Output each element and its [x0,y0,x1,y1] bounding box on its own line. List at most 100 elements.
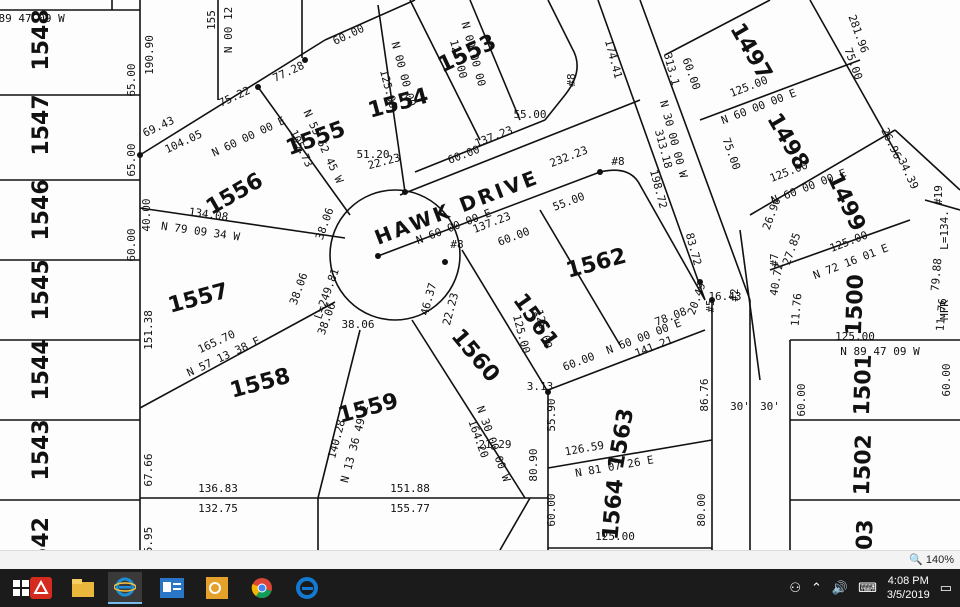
lot-number-1503: 03 [852,519,878,550]
dimension-label: 75.22 [217,84,253,110]
lot-number-1562: 1562 [564,244,630,284]
dimension-label: 67.66 [142,453,155,486]
image-viewer[interactable]: 1548 1547 1546 1545 1544 1543 542 1557 1558 1559 1… [0,0,960,550]
dimension-label: 132.75 [198,502,238,515]
dimension-label: 125.00 [595,530,635,543]
lot-number-1543: 1543 [29,419,54,480]
dimension-label: 30' [760,400,780,413]
dimension-label: MFR [938,300,951,320]
acrobat-icon [30,577,52,599]
notifications-icon[interactable]: ▭ [940,580,952,596]
dimension-label: #8 [611,155,624,168]
dimension-label: N 89 47 09 W [840,345,920,358]
lot-number-1497: 1497 [724,19,776,85]
dimension-label: #2 [728,288,741,301]
dimension-label: #8 [565,73,578,86]
zoom-icon: 🔍 [909,554,923,566]
clock-date: 3/5/2019 [886,589,930,601]
dimension-label: 313.1 [661,51,682,86]
dimension-label: 174.41 [602,38,625,80]
dimension-label: 55.00 [513,108,546,121]
chevron-up-icon[interactable]: ⌃ [811,580,822,596]
dimension-label: 126.59 [564,439,605,459]
dimension-label: 104.05 [163,128,205,157]
zoom-control[interactable]: 🔍 140% [909,553,954,567]
file-explorer-taskbar-button[interactable] [66,572,100,604]
dimension-label: 80.00 [695,493,708,526]
taskbar-clock[interactable]: 4:08 PM 3/5/2019 [887,574,930,602]
dimension-label: 22.23 [440,291,461,326]
dimension-label: 75.00 [720,136,744,172]
contacts-taskbar-button[interactable] [155,572,189,604]
dimension-label: 79.88 [929,258,945,292]
dimension-label: N 79 09 34 W [160,220,241,244]
dimension-label: L=134. [938,210,951,250]
dimension-label: N 60 00 00 E [210,114,288,159]
dimension-label: 190.90 [143,35,156,75]
lot-number-1545: 1545 [29,259,54,320]
dimension-label: 60.00 [496,225,532,249]
dimension-label: 80.90 [527,448,540,481]
zoom-level: 140% [925,553,954,566]
system-tray: ⚇ ⌃ 🔊 ⌨ 4:08 PM 3/5/2019 ▭ [789,569,952,607]
dimension-label: #8 [450,238,463,251]
lot-number-1501: 1501 [850,354,877,416]
dimension-label: 11.76 [789,293,805,327]
lot-number-1558: 1558 [228,364,294,404]
dimension-label: 60.00 [545,493,558,526]
dimension-label: 26.96 [760,196,784,232]
dimension-label: 5.95 [142,527,155,550]
edge-taskbar-button[interactable] [290,572,324,604]
dimension-label: 60.00 [680,56,704,92]
outlook-icon [206,577,228,599]
dimension-label: 60.00 [940,363,953,396]
outlook-taskbar-button[interactable] [200,572,234,604]
contacts-card-icon [160,578,184,598]
dimension-label: 155 [205,10,218,30]
dimension-label: 38.06 [341,318,374,331]
dimension-label: #19 [932,185,945,205]
windows-taskbar: ⚇ ⌃ 🔊 ⌨ 4:08 PM 3/5/2019 ▭ [0,569,960,607]
dimension-label: 86.76 [698,378,711,411]
dimension-label: #7 [768,253,781,266]
dimension-label: 55.00 [551,190,587,214]
lot-number-1547: 1547 [29,94,54,155]
acrobat-taskbar-button[interactable] [24,572,58,604]
lot-number-1560: 1560 [446,324,505,387]
dimension-label: 151.88 [390,482,430,495]
language-icon[interactable]: ⌨ [858,580,877,596]
chrome-icon [251,578,272,598]
lot-number-1502: 1502 [850,434,877,496]
internet-explorer-icon [114,577,136,597]
dimension-label: 30' [730,400,750,413]
dimension-label: 125.00 [835,330,875,343]
dimension-label: 136.83 [198,482,238,495]
dimension-label: 137.23 [473,124,515,150]
dimension-label: N 89 47 09 W [0,12,65,25]
dimension-label: 65.00 [125,63,138,96]
dimension-label: 34.39 [895,156,921,192]
dimension-label: 26.96 [878,126,904,162]
dimension-label: 151.38 [142,310,155,350]
dimension-label: 21.29 [478,438,511,451]
internet-explorer-taskbar-button[interactable] [108,572,142,604]
dimension-label: 60.00 [331,22,367,48]
viewer-status-bar: 🔍 140% [0,550,960,569]
chrome-taskbar-button[interactable] [245,572,279,604]
dimension-label: 60.00 [125,228,138,261]
dimension-label: L=249.81 [312,267,342,321]
dimension-label: 27.85 [780,231,804,267]
dimension-label: 3.13 [527,380,554,393]
dimension-label: 55.90 [545,398,558,431]
lot-number-1544: 1544 [29,339,54,400]
dimension-label: 40.00 [140,198,153,231]
dimension-label: 60.00 [795,383,808,416]
folder-icon [72,579,94,597]
dimension-label: N 00 12 [222,7,235,53]
people-icon[interactable]: ⚇ [789,580,801,596]
volume-icon[interactable]: 🔊 [832,580,848,596]
lot-number-1546: 1546 [29,179,54,240]
dimension-label: 83.72 [683,231,704,266]
plat-map: 1548154715461545154415435421557155815591… [0,0,960,550]
dimension-label: 60.00 [561,350,597,374]
